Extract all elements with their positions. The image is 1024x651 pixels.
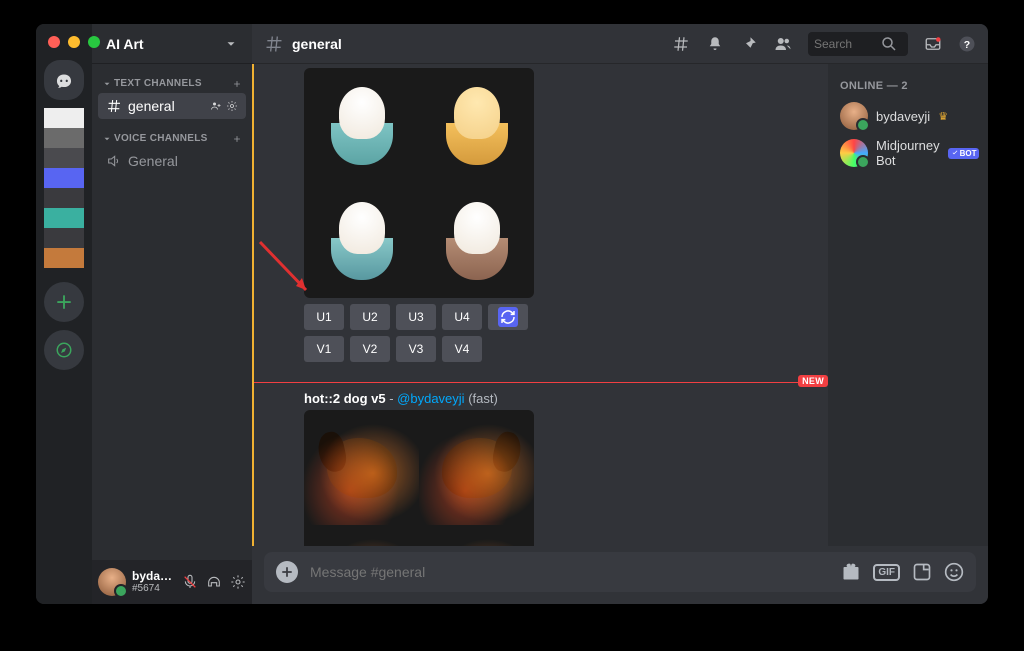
home-button[interactable] [44,60,84,100]
pin-icon[interactable] [740,35,758,53]
voice-channel-general[interactable]: General [98,148,246,174]
svg-text:?: ? [964,38,970,50]
chat-header: general ? [252,24,988,64]
close-window-button[interactable] [48,36,60,48]
explore-servers-button[interactable] [44,330,84,370]
upscale-1-button[interactable]: U1 [304,304,344,330]
sticker-icon[interactable] [912,562,932,582]
reroll-button[interactable] [488,304,528,330]
grid-cell [304,183,419,298]
variation-2-button[interactable]: V2 [350,336,390,362]
minimize-window-button[interactable] [68,36,80,48]
server-rail [36,24,92,604]
discord-window: AI Art TEXT CHANNELS general VOICE CHANN… [36,24,988,604]
grid-cell [304,68,419,183]
grid-cell [304,410,419,525]
channel-general[interactable]: general [98,93,246,119]
help-icon[interactable]: ? [958,35,976,53]
user-mention[interactable]: @bydaveyji [397,391,464,406]
member-list: ONLINE — 2 bydaveyji ♛ Midjourney Bot BO… [828,64,988,546]
text-channels-category[interactable]: TEXT CHANNELS [98,74,246,93]
notifications-icon[interactable] [706,35,724,53]
message-input-bar: GIF [264,552,976,592]
main-area: general ? [252,24,988,604]
voice-channels-category[interactable]: VOICE CHANNELS [98,129,246,148]
bot-badge: BOT [948,148,980,159]
upscale-4-button[interactable]: U4 [442,304,482,330]
channel-list: TEXT CHANNELS general VOICE CHANNELS Gen… [92,64,252,560]
server-folder[interactable] [44,108,84,268]
upscale-3-button[interactable]: U3 [396,304,436,330]
inbox-icon[interactable] [924,35,942,53]
chevron-down-icon [224,37,238,51]
user-avatar[interactable] [98,568,126,596]
message-list[interactable]: U1 U2 U3 U4 V1 V2 V3 V4 NEW [252,64,828,546]
user-panel: bydaveyji #5674 [92,560,252,604]
invite-icon[interactable] [210,100,222,112]
server-name: AI Art [106,36,144,52]
member-name: bydaveyji [876,109,930,124]
hash-icon [264,34,284,54]
username: bydaveyji [132,570,176,583]
variation-4-button[interactable]: V4 [442,336,482,362]
gear-icon[interactable] [226,100,238,112]
message-text: hot::2 dog v5 - @bydaveyji (fast) [304,391,812,406]
gif-button[interactable]: GIF [873,564,900,581]
new-badge: NEW [798,375,828,387]
crown-icon: ♛ [938,110,948,123]
deafen-icon[interactable] [206,574,222,590]
chat-body: U1 U2 U3 U4 V1 V2 V3 V4 NEW [252,64,988,546]
member-avatar [840,139,868,167]
search-icon [880,35,898,53]
gift-icon[interactable] [841,562,861,582]
grid-cell [419,68,534,183]
add-channel-icon[interactable] [232,134,242,144]
emoji-icon[interactable] [944,562,964,582]
channel-sidebar: AI Art TEXT CHANNELS general VOICE CHANN… [92,24,252,604]
window-controls [48,36,100,48]
voice-channel-label: General [128,153,178,169]
mute-icon[interactable] [182,574,198,590]
message-item: hot::2 dog v5 - @bydaveyji (fast) U1 U2 … [254,387,828,546]
message-input[interactable] [310,564,829,580]
search-box[interactable] [808,32,908,56]
grid-cell [419,525,534,546]
volume-icon [106,153,122,169]
add-channel-icon[interactable] [232,79,242,89]
member-list-header: ONLINE — 2 [836,80,980,92]
member-avatar [840,102,868,130]
variation-1-button[interactable]: V1 [304,336,344,362]
grid-cell [419,183,534,298]
grid-cell [419,410,534,525]
threads-icon[interactable] [672,35,690,53]
attach-button[interactable] [276,561,298,583]
upscale-2-button[interactable]: U2 [350,304,390,330]
variation-3-button[interactable]: V3 [396,336,436,362]
maximize-window-button[interactable] [88,36,100,48]
member-name: Midjourney Bot [876,138,940,168]
search-input[interactable] [814,37,876,51]
channel-label: general [128,98,175,114]
user-tag: #5674 [132,583,176,594]
channel-title: general [292,36,664,52]
image-grid[interactable] [304,410,534,546]
message-item: U1 U2 U3 U4 V1 V2 V3 V4 [254,64,828,372]
server-header[interactable]: AI Art [92,24,252,64]
hash-icon [106,98,122,114]
grid-cell [304,525,419,546]
image-grid[interactable] [304,68,534,298]
members-icon[interactable] [774,35,792,53]
new-messages-divider: NEW [254,382,828,383]
member-item[interactable]: bydaveyji ♛ [836,98,980,134]
user-info[interactable]: bydaveyji #5674 [132,570,176,594]
add-server-button[interactable] [44,282,84,322]
member-item[interactable]: Midjourney Bot BOT [836,134,980,172]
settings-icon[interactable] [230,574,246,590]
